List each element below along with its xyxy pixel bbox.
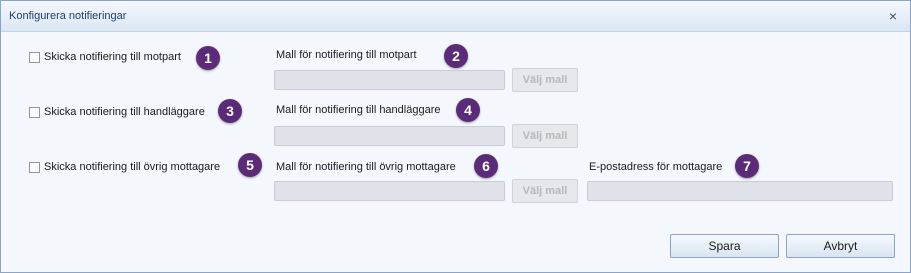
dialog-title: Konfigurera notifieringar (9, 10, 127, 22)
cancel-button[interactable]: Avbryt (786, 234, 895, 258)
notify-other-recipient-label: Skicka notifiering till övrig mottagare (44, 161, 221, 173)
notify-counterparty-checkbox[interactable] (29, 51, 40, 63)
callout-badge-5: 5 (238, 153, 262, 177)
other-recipient-template-field (274, 181, 505, 201)
handler-template-field (274, 126, 505, 146)
handler-template-label: Mall för notifiering till handläggare (276, 104, 441, 116)
other-recipient-template-label: Mall för notifiering till övrig mottagar… (276, 161, 456, 173)
notify-other-recipient-option[interactable]: Skicka notifiering till övrig mottagare (29, 161, 220, 173)
notify-handler-option[interactable]: Skicka notifiering till handläggare (29, 106, 205, 118)
choose-handler-template-button[interactable]: Välj mall (512, 124, 578, 148)
save-button[interactable]: Spara (670, 234, 779, 258)
close-icon[interactable]: × (886, 9, 900, 23)
recipient-email-field[interactable] (587, 181, 893, 201)
notify-handler-checkbox[interactable] (29, 106, 40, 118)
counterparty-template-label: Mall för notifiering till motpart (276, 49, 417, 61)
choose-counterparty-template-button[interactable]: Välj mall (512, 68, 578, 92)
notify-other-recipient-checkbox[interactable] (29, 161, 40, 173)
notify-counterparty-label: Skicka notifiering till motpart (44, 51, 181, 63)
callout-badge-6: 6 (474, 154, 498, 178)
notification-config-dialog: Konfigurera notifieringar × Skicka notif… (0, 0, 911, 273)
choose-other-recipient-template-button[interactable]: Välj mall (512, 179, 578, 203)
callout-badge-1: 1 (196, 46, 220, 70)
notify-counterparty-option[interactable]: Skicka notifiering till motpart (29, 51, 181, 63)
callout-badge-3: 3 (218, 99, 242, 123)
callout-badge-2: 2 (444, 44, 468, 68)
callout-badge-4: 4 (456, 98, 480, 122)
recipient-email-label: E-postadress för mottagare (589, 161, 723, 173)
notify-handler-label: Skicka notifiering till handläggare (44, 106, 205, 118)
callout-badge-7: 7 (735, 154, 759, 178)
title-bar: Konfigurera notifieringar × (1, 1, 910, 32)
counterparty-template-field (274, 70, 505, 90)
